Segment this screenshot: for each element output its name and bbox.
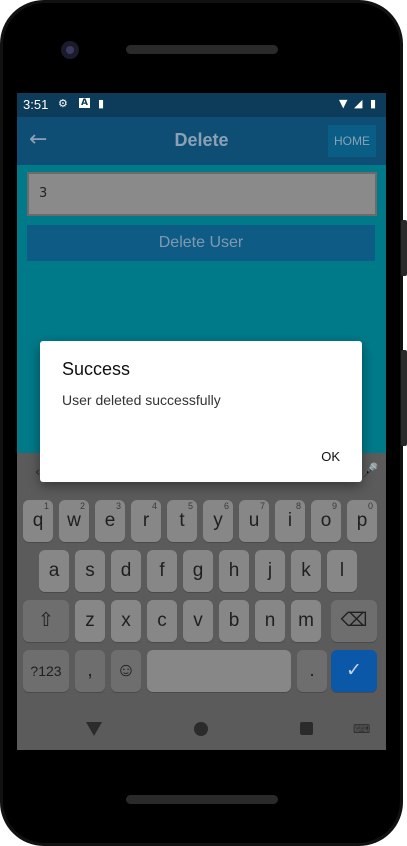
key-hint: 1 — [43, 501, 49, 511]
key-y[interactable]: 6y — [203, 500, 233, 542]
key-u[interactable]: 7u — [239, 500, 269, 542]
key-hint: 3 — [115, 501, 121, 511]
key-n[interactable]: n — [255, 600, 285, 642]
space-key[interactable] — [147, 650, 291, 692]
key-hint: 2 — [79, 501, 85, 511]
screen: 3:51 ⚙ A ▮ ▼ ◢ ▮ ← Delete HOME 3 Delete … — [17, 93, 386, 750]
keyboard: ‹ 🎤 1q 2w 3e 4r 5t 6y 7u 8i 9o 0p a s d … — [17, 453, 386, 708]
signal-icon: ◢ — [354, 97, 363, 110]
nav-home-icon[interactable] — [194, 722, 208, 736]
power-button — [401, 350, 407, 446]
key-o[interactable]: 9o — [311, 500, 341, 542]
enter-key[interactable]: ✓ — [331, 650, 377, 692]
bottom-speaker — [126, 795, 278, 804]
key-e[interactable]: 3e — [95, 500, 125, 542]
key-a[interactable]: a — [39, 550, 69, 592]
key-j[interactable]: j — [255, 550, 285, 592]
key-hint: 6 — [223, 501, 229, 511]
home-button[interactable]: HOME — [328, 125, 376, 157]
key-g[interactable]: g — [183, 550, 213, 592]
key-m[interactable]: m — [291, 600, 321, 642]
battery-icon: ▮ — [370, 97, 377, 110]
key-q[interactable]: 1q — [23, 500, 53, 542]
period-key[interactable]: . — [297, 650, 327, 692]
keyboard-switch-icon[interactable]: ⌨ — [353, 722, 370, 736]
backspace-icon: ⌫ — [340, 610, 368, 631]
microphone-icon[interactable]: 🎤 — [361, 463, 378, 479]
key-hint: 9 — [331, 501, 337, 511]
backspace-key[interactable]: ⌫ — [331, 600, 377, 642]
delete-user-button[interactable]: Delete User — [27, 225, 375, 261]
key-d[interactable]: d — [111, 550, 141, 592]
gear-icon: ⚙ — [58, 97, 68, 110]
system-nav-bar: ⌨ — [17, 708, 386, 750]
key-b[interactable]: b — [219, 600, 249, 642]
success-dialog: Success User deleted successfully OK — [40, 341, 362, 482]
emoji-icon: ☺ — [116, 660, 136, 681]
shift-icon: ⇧ — [38, 610, 54, 631]
app-bar: ← Delete HOME — [17, 117, 386, 165]
key-r[interactable]: 4r — [131, 500, 161, 542]
front-camera-icon — [61, 41, 79, 59]
key-s[interactable]: s — [75, 550, 105, 592]
status-time: 3:51 — [23, 97, 49, 112]
status-bar: 3:51 ⚙ A ▮ ▼ ◢ ▮ — [17, 93, 386, 117]
a-icon: A — [79, 98, 90, 108]
top-speaker — [126, 45, 278, 54]
key-h[interactable]: h — [219, 550, 249, 592]
wifi-icon: ▼ — [339, 97, 348, 110]
phone-frame: 3:51 ⚙ A ▮ ▼ ◢ ▮ ← Delete HOME 3 Delete … — [0, 0, 407, 846]
key-z[interactable]: z — [75, 600, 105, 642]
key-c[interactable]: c — [147, 600, 177, 642]
user-id-input[interactable]: 3 — [27, 172, 377, 216]
shift-key[interactable]: ⇧ — [23, 600, 69, 642]
key-x[interactable]: x — [111, 600, 141, 642]
key-hint: 5 — [187, 501, 193, 511]
key-hint: 7 — [259, 501, 265, 511]
nav-back-icon[interactable] — [86, 722, 102, 736]
key-v[interactable]: v — [183, 600, 213, 642]
nav-recents-icon[interactable] — [300, 722, 313, 735]
key-p[interactable]: 0p — [347, 500, 377, 542]
key-hint: 4 — [151, 501, 157, 511]
key-hint: 0 — [367, 501, 373, 511]
key-l[interactable]: l — [327, 550, 357, 592]
key-k[interactable]: k — [291, 550, 321, 592]
ok-button[interactable]: OK — [321, 449, 340, 464]
volume-button — [401, 220, 407, 276]
sd-card-icon: ▮ — [98, 97, 105, 110]
dialog-message: User deleted successfully — [62, 392, 221, 408]
symbols-key[interactable]: ?123 — [23, 650, 69, 692]
key-t[interactable]: 5t — [167, 500, 197, 542]
key-f[interactable]: f — [147, 550, 177, 592]
emoji-key[interactable]: ☺ — [111, 650, 141, 692]
key-w[interactable]: 2w — [59, 500, 89, 542]
comma-key[interactable]: , — [75, 650, 105, 692]
key-hint: 8 — [295, 501, 301, 511]
dialog-title: Success — [62, 359, 131, 379]
key-i[interactable]: 8i — [275, 500, 305, 542]
checkmark-icon: ✓ — [346, 660, 362, 681]
